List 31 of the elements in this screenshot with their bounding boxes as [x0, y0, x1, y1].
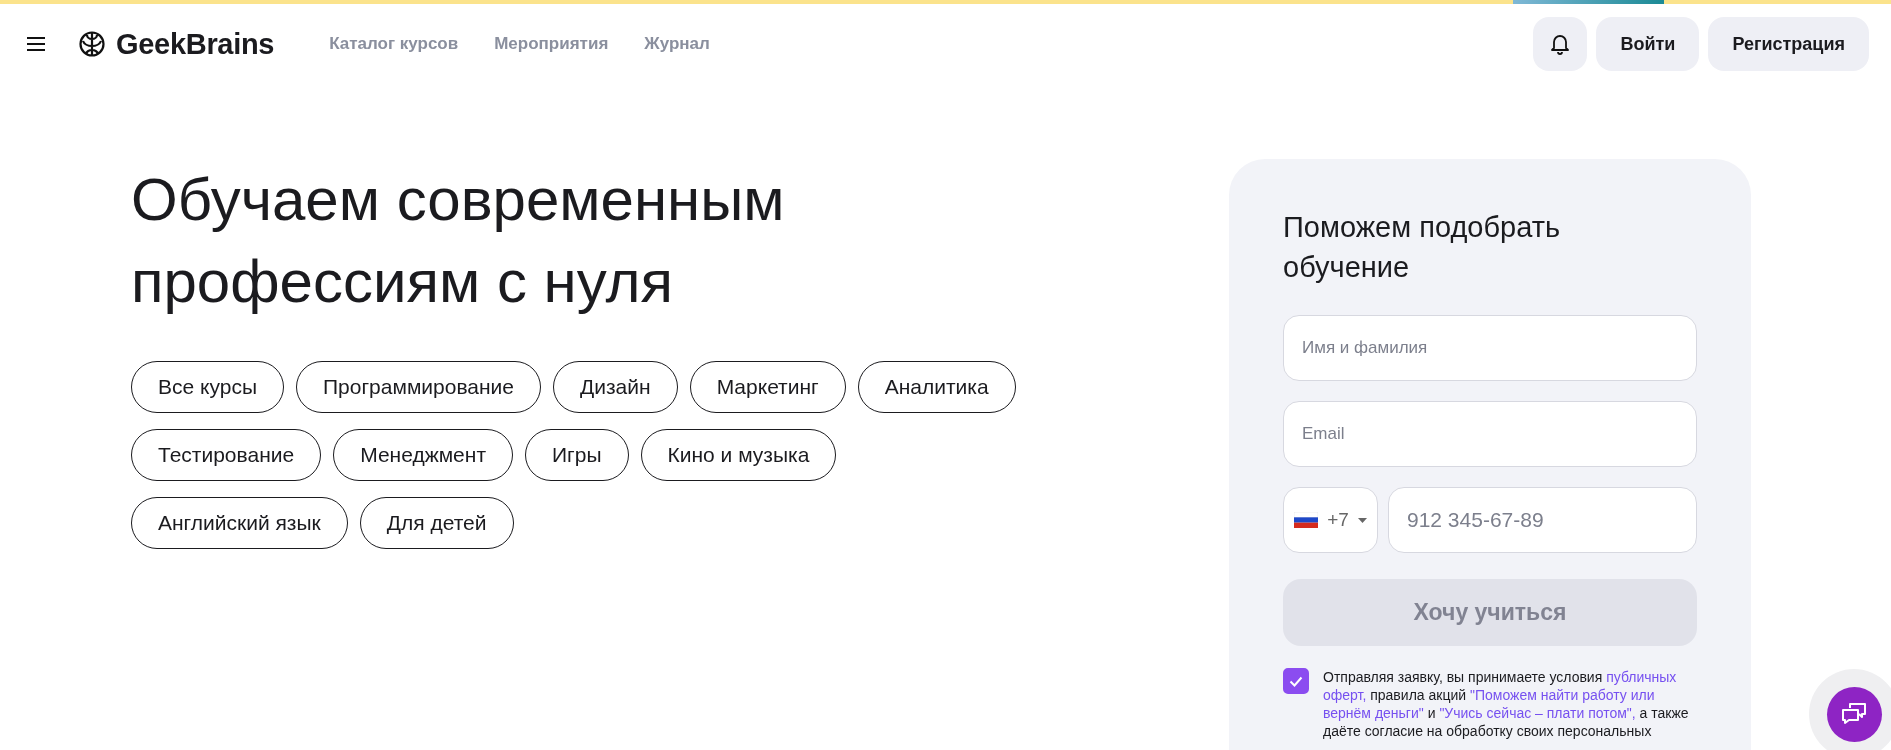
brain-logo-icon[interactable]: [78, 30, 106, 58]
country-code: +7: [1327, 509, 1349, 531]
form-title: Поможем подобрать обучение: [1283, 210, 1562, 285]
category-chip[interactable]: Менеджмент: [333, 429, 513, 481]
category-chip[interactable]: Игры: [525, 429, 629, 481]
consent-checkbox[interactable]: [1283, 668, 1309, 694]
register-button[interactable]: Регистрация: [1708, 17, 1869, 71]
category-chip[interactable]: Кино и музыка: [640, 429, 837, 481]
email-input-field[interactable]: Email: [1283, 401, 1697, 467]
phone-input-field[interactable]: 912 345-67-89: [1388, 487, 1697, 553]
hero-title: Обучаем современным профессиям с нуля: [131, 165, 786, 317]
russia-flag-icon: [1294, 512, 1319, 528]
category-chip[interactable]: Английский язык: [131, 497, 348, 549]
category-chip[interactable]: Аналитика: [857, 361, 1016, 413]
category-chip[interactable]: Дизайн: [553, 361, 678, 413]
notifications-button[interactable]: [1533, 17, 1588, 71]
menu-icon[interactable]: [26, 36, 46, 52]
chat-bubbles-icon: [1841, 702, 1867, 726]
check-icon: [1289, 675, 1303, 687]
country-code-select[interactable]: +7: [1283, 487, 1378, 553]
name-input-field[interactable]: Имя и фамилия: [1283, 315, 1697, 381]
consent-text: Отправляя заявку, вы принимаете условия публичных оферт, правила акций "Поможем найти работу или вернём деньги" и "Учись сейчас – плати потом", а также даёте согласие на обработку своих персональных: [1323, 668, 1690, 740]
category-chip[interactable]: Тестирование: [131, 429, 322, 481]
caret-icon: [1357, 517, 1367, 523]
category-chip[interactable]: Маркетинг: [689, 361, 846, 413]
category-chip[interactable]: Программирование: [296, 361, 542, 413]
bell-icon: [1550, 33, 1571, 55]
category-chip[interactable]: Для детей: [359, 497, 514, 549]
login-button[interactable]: Войти: [1596, 17, 1700, 71]
logo-wordmark[interactable]: GeekBrains: [116, 27, 275, 61]
category-chip[interactable]: Все курсы: [131, 361, 284, 413]
